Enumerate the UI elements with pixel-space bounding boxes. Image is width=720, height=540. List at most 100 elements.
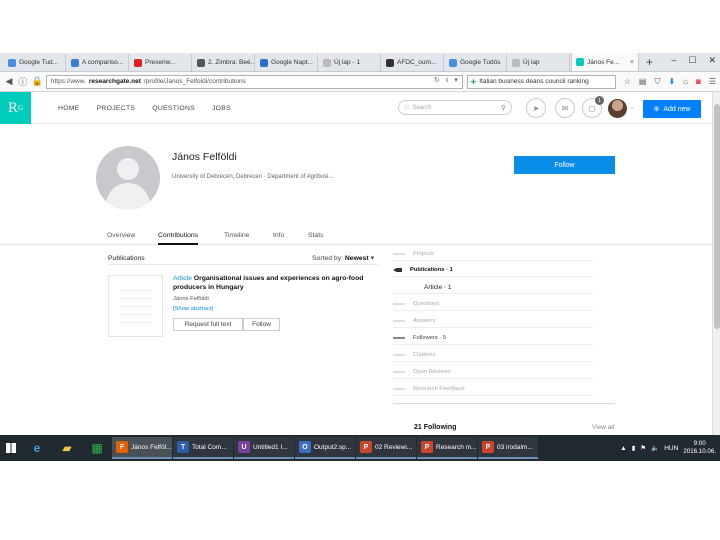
- info-icon[interactable]: ⓘ: [18, 75, 28, 88]
- home-icon[interactable]: ⌂: [683, 77, 688, 87]
- chevron-down-icon[interactable]: ▾: [454, 76, 458, 87]
- chevron-up-icon[interactable]: ▲: [620, 445, 626, 452]
- tab-overview[interactable]: Overview: [107, 232, 135, 239]
- url-bar[interactable]: https://www. researchgate.net/profile/Jan…: [45, 74, 463, 89]
- request-full-text-button[interactable]: Request full text: [173, 318, 243, 331]
- browser-tab[interactable]: 2. Zimbra: Beé...: [193, 54, 255, 71]
- internet-explorer-icon[interactable]: e: [22, 435, 52, 461]
- back-icon[interactable]: ◀: [4, 76, 14, 87]
- sidebar-item[interactable]: Publications · 1: [393, 264, 593, 277]
- shield-icon[interactable]: ⛉: [654, 77, 660, 87]
- publication-thumbnail[interactable]: [108, 275, 163, 337]
- show-abstract-link[interactable]: [Show abstract]: [173, 306, 213, 312]
- browser-tab-active[interactable]: János Fe... ×: [571, 53, 639, 71]
- tab-timeline[interactable]: Timeline: [224, 232, 249, 239]
- nav-projects[interactable]: PROJECTS: [97, 105, 136, 112]
- profile-name[interactable]: János Felföldi: [172, 151, 237, 163]
- add-new-button[interactable]: ⊕ Add new: [643, 100, 701, 118]
- app-icon: U: [238, 441, 250, 453]
- browser-tab[interactable]: Új lap: [508, 54, 570, 71]
- tab-label: AFDC_oum...: [397, 59, 437, 66]
- site-search-input[interactable]: ⚇ Search ⚲: [398, 100, 512, 115]
- browser-tab[interactable]: Google Napt...: [256, 54, 318, 71]
- browser-tab-bar: Google Tud... A compariso... Presenw... 2. …: [0, 53, 720, 72]
- tab-favicon-icon: [260, 58, 268, 67]
- tab-contributions[interactable]: Contributions: [158, 232, 199, 245]
- sidebar-item[interactable]: Questions: [393, 298, 593, 311]
- nav-jobs[interactable]: JOBS: [212, 105, 231, 112]
- search-icon[interactable]: ⚲: [501, 104, 506, 112]
- clock[interactable]: 9:00 2016.10.06.: [683, 440, 716, 456]
- star-icon[interactable]: ☆: [624, 77, 631, 87]
- nav-questions[interactable]: QUESTIONS: [152, 105, 195, 112]
- file-explorer-icon[interactable]: ▰: [52, 435, 82, 461]
- store-icon[interactable]: ▦: [82, 435, 112, 461]
- taskbar-app[interactable]: P 03 irodalm...: [478, 437, 538, 459]
- taskbar-app[interactable]: F János Felföl...: [112, 437, 172, 459]
- chevron-down-icon[interactable]: ⌵: [630, 105, 635, 112]
- taskbar-app[interactable]: O Output2.sp...: [295, 437, 355, 459]
- messages-icon[interactable]: ✉: [555, 98, 575, 118]
- sidebar-item[interactable]: Citations: [393, 349, 593, 362]
- publication-author[interactable]: János Felföldi: [173, 296, 209, 302]
- minimize-icon[interactable]: –: [671, 55, 676, 66]
- close-tab-icon[interactable]: ×: [630, 59, 634, 66]
- sidebar-item[interactable]: Answers: [393, 315, 593, 328]
- sidebar-item-label: Questions: [413, 301, 440, 307]
- tab-stats[interactable]: Stats: [308, 232, 324, 239]
- browser-tab[interactable]: Google Tudós: [445, 54, 507, 71]
- sidebar-item[interactable]: Followers · 5: [393, 332, 593, 345]
- flag-icon[interactable]: ⚑: [640, 444, 646, 452]
- language-indicator[interactable]: HUN: [664, 445, 678, 452]
- profile-affiliation[interactable]: University of Debrecen, Debrecen · Depar…: [172, 174, 333, 180]
- nav-home[interactable]: HOME: [58, 105, 80, 112]
- bar-icon: [393, 388, 405, 390]
- browser-tab[interactable]: AFDC_oum...: [382, 54, 444, 71]
- network-icon[interactable]: ▮: [632, 444, 636, 452]
- taskbar-app[interactable]: P 02 Reviewi...: [356, 437, 416, 459]
- follow-publication-button[interactable]: Follow: [243, 318, 280, 331]
- sidebar-item[interactable]: Research Feedback: [393, 383, 593, 396]
- page-scrollbar[interactable]: [712, 92, 720, 461]
- following-count[interactable]: 21 Following: [414, 424, 456, 431]
- browser-search-box[interactable]: ✚ Italian business deans council ranking: [466, 74, 616, 89]
- sidebar-item[interactable]: Article · 1: [393, 281, 593, 294]
- tab-label: Google Tudós: [460, 59, 501, 66]
- send-icon[interactable]: ➤: [526, 98, 546, 118]
- sidebar-item[interactable]: Projects: [393, 248, 593, 261]
- browser-tab[interactable]: Presenw...: [130, 54, 192, 71]
- windows-start-icon[interactable]: [0, 435, 22, 461]
- sidebar-item-label: Publications · 1: [410, 267, 453, 273]
- tab-info[interactable]: Info: [273, 232, 284, 239]
- reload-icon[interactable]: ↻: [434, 76, 440, 87]
- follow-button[interactable]: Follow: [514, 156, 615, 174]
- taskbar-app[interactable]: U Untitled1 I...: [234, 437, 294, 459]
- downloads-icon[interactable]: ⬇: [668, 77, 675, 87]
- download-icon[interactable]: ⭳: [446, 76, 448, 87]
- browser-tab[interactable]: A compariso...: [67, 54, 129, 71]
- taskbar-app[interactable]: T Total Com...: [173, 437, 233, 459]
- close-window-icon[interactable]: ✕: [708, 55, 716, 66]
- app-icon: P: [421, 441, 433, 453]
- profile-tabs: Overview Contributions Timeline Info Sta…: [0, 228, 712, 245]
- browser-tab[interactable]: Új lap - 1: [319, 54, 381, 71]
- speaker-icon[interactable]: 🔈: [651, 444, 659, 452]
- taskbar-app[interactable]: P Research m...: [417, 437, 477, 459]
- window-controls: – ☐ ✕: [671, 55, 716, 66]
- search-placeholder: Search: [412, 104, 432, 111]
- user-avatar[interactable]: [608, 99, 627, 118]
- browser-tab[interactable]: Google Tud...: [4, 54, 66, 71]
- menu-icon[interactable]: ☰: [709, 77, 716, 87]
- sort-dropdown[interactable]: Sorted by: Newest ▾: [312, 254, 374, 262]
- profile-avatar: [96, 146, 160, 210]
- researchgate-logo[interactable]: RG: [0, 92, 31, 124]
- new-tab-button[interactable]: +: [640, 54, 659, 71]
- reader-icon[interactable]: ▤: [639, 77, 647, 87]
- person-icon: ⚇: [404, 105, 410, 111]
- pocket-icon[interactable]: ◙: [696, 77, 701, 87]
- scrollbar-thumb[interactable]: [714, 104, 720, 329]
- view-all-link[interactable]: View all: [592, 424, 614, 431]
- sidebar-item[interactable]: Open Reviews: [393, 366, 593, 379]
- maximize-icon[interactable]: ☐: [688, 55, 696, 66]
- publication-title[interactable]: Article Organisational issues and experi…: [173, 274, 373, 292]
